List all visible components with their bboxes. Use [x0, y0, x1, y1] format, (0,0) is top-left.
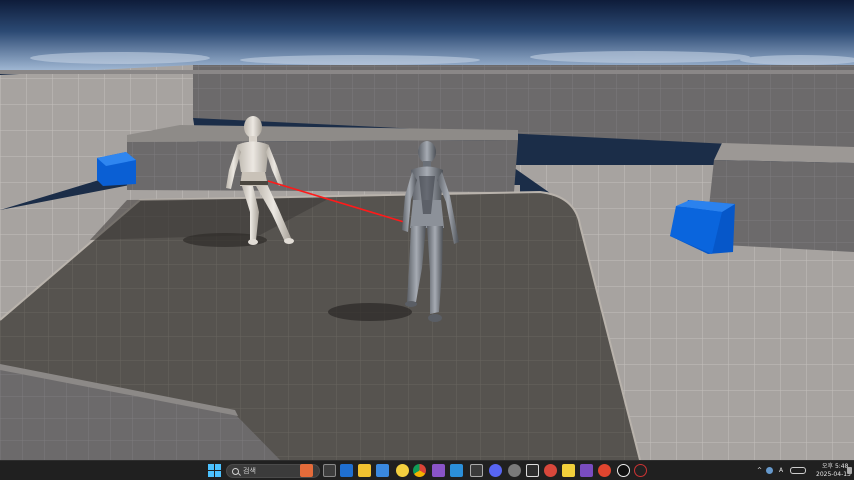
mail-icon[interactable] — [340, 464, 353, 477]
unreal-editor-icon[interactable] — [634, 464, 647, 477]
task-view-icon[interactable] — [323, 464, 336, 477]
discord-icon[interactable] — [489, 464, 502, 477]
input-language[interactable]: A — [779, 467, 783, 474]
recorder-icon[interactable] — [598, 464, 611, 477]
vscode-icon[interactable] — [450, 464, 463, 477]
settings-icon[interactable] — [508, 464, 521, 477]
search-label: 검색 — [243, 467, 256, 475]
file-explorer-icon[interactable] — [358, 464, 371, 477]
windows-taskbar: 검색 ^ A 오후 5:48 2025-04-13 — [0, 460, 854, 480]
back-platform-face — [127, 140, 518, 192]
sticky-notes-icon[interactable] — [562, 464, 575, 477]
widget-icon[interactable] — [300, 464, 313, 477]
tray-app-icon[interactable] — [766, 467, 773, 474]
visual-studio-icon[interactable] — [432, 464, 445, 477]
clock-date[interactable]: 2025-04-13 — [816, 471, 851, 478]
windows-start-icon[interactable] — [208, 464, 221, 477]
visual-studio-2-icon[interactable] — [580, 464, 593, 477]
game-viewport[interactable] — [0, 0, 854, 460]
robot-shadow — [328, 303, 412, 321]
media-icon[interactable] — [526, 464, 539, 477]
notification-icon[interactable] — [847, 467, 852, 474]
store-icon[interactable] — [376, 464, 389, 477]
notification-app-icon[interactable] — [544, 464, 557, 477]
search-icon — [232, 468, 239, 475]
app-icon[interactable] — [470, 464, 483, 477]
chrome-icon[interactable] — [413, 464, 426, 477]
blue-cube-left — [97, 152, 136, 186]
tray-chevron-icon[interactable]: ^ — [757, 467, 762, 474]
clock-time[interactable]: 오후 5:48 — [822, 463, 848, 470]
unreal-icon[interactable] — [617, 464, 630, 477]
wifi-volume-icon[interactable] — [790, 467, 806, 474]
notes-icon[interactable] — [396, 464, 409, 477]
